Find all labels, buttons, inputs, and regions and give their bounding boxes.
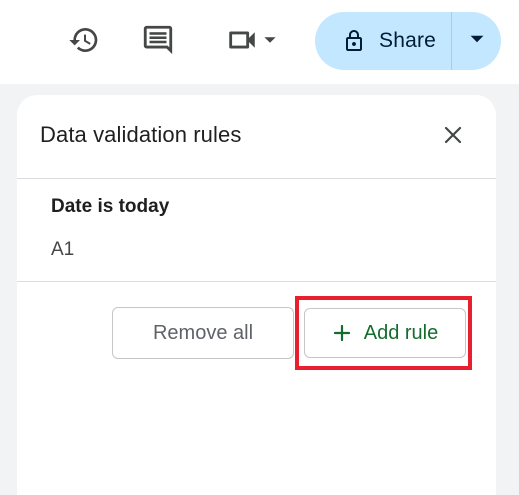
meet-button[interactable] [216, 21, 286, 59]
caret-down-icon [469, 31, 485, 52]
share-options-dropdown[interactable] [452, 12, 501, 70]
close-panel-button[interactable] [435, 119, 471, 155]
remove-all-label: Remove all [152, 321, 254, 344]
comment-icon [141, 23, 175, 57]
plus-icon [332, 323, 352, 343]
comments-button[interactable] [139, 21, 177, 59]
close-icon [443, 125, 463, 150]
share-button-label: Share [379, 29, 437, 52]
add-rule-label: Add rule [363, 321, 439, 344]
panel-header: Data validation rules [17, 95, 496, 178]
rule-range: A1 [51, 239, 75, 260]
panel-title: Data validation rules [40, 122, 242, 147]
video-camera-icon [225, 23, 259, 57]
top-toolbar: Share [0, 0, 519, 84]
rules-divider [17, 281, 496, 282]
version-history-button[interactable] [65, 21, 103, 59]
remove-all-button[interactable]: Remove all [112, 307, 294, 359]
rule-title: Date is today [51, 196, 170, 217]
lock-icon [341, 28, 367, 54]
share-button-group: Share [315, 12, 501, 70]
caret-down-icon [263, 33, 277, 47]
data-validation-panel: Data validation rules Date is today A1 R… [17, 95, 496, 495]
history-icon [68, 24, 100, 56]
share-button[interactable]: Share [315, 12, 451, 70]
validation-rule-item[interactable]: Date is today A1 [17, 179, 496, 280]
add-rule-button[interactable]: Add rule [304, 308, 466, 358]
